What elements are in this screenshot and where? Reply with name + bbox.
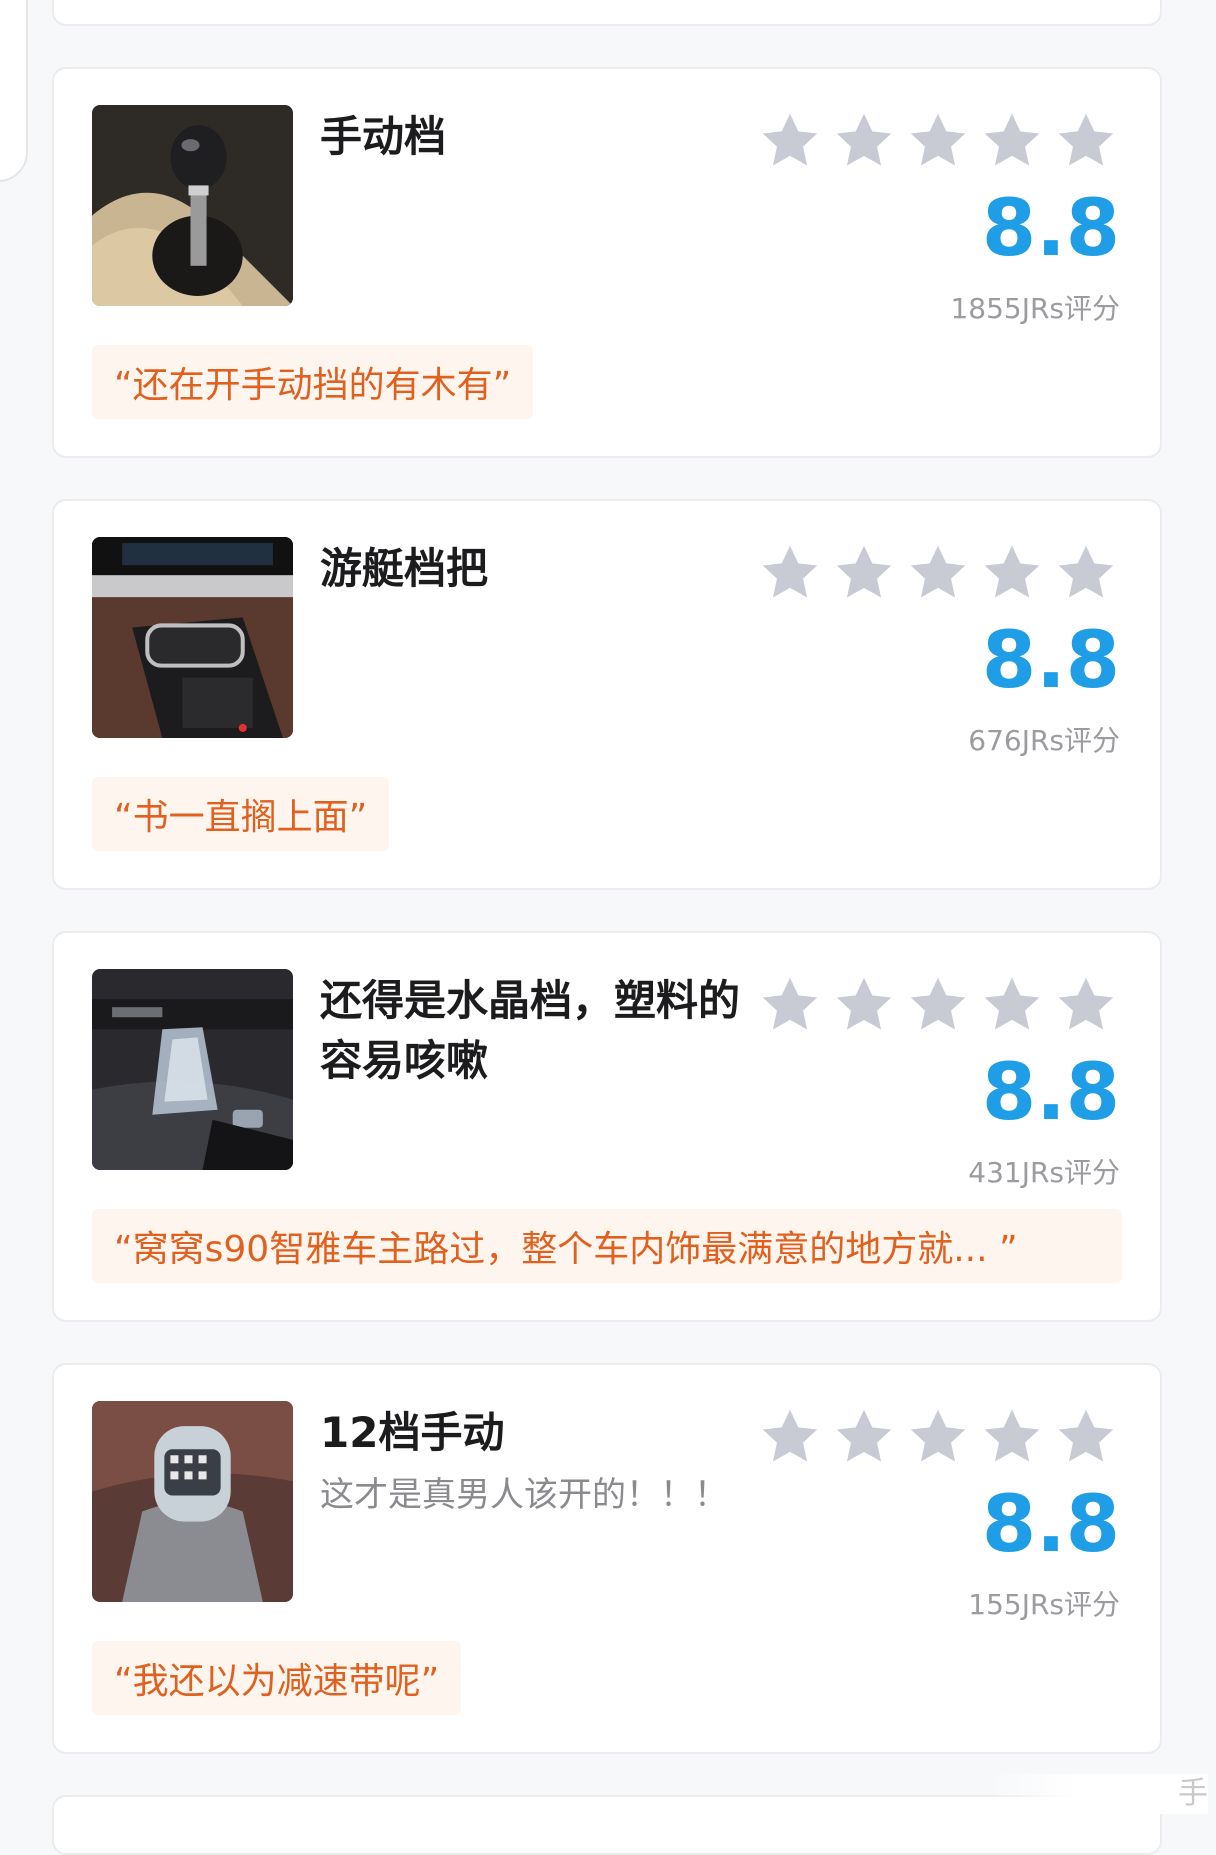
star-icon[interactable] [832, 973, 896, 1037]
star-icon[interactable] [758, 541, 822, 605]
star-rating[interactable] [758, 973, 1118, 1037]
star-icon[interactable] [906, 109, 970, 173]
star-icon[interactable] [1054, 1405, 1118, 1469]
top-comment-quote[interactable]: “书一直搁上面” [92, 777, 390, 851]
rating-card[interactable]: 还得是水晶档，塑料的容易咳嗽 8.8 431JRs评分 “窝窝s90智雅车主路过… [52, 931, 1162, 1322]
top-comment-quote[interactable]: “还在开手动挡的有木有” [92, 345, 534, 419]
score-value: 8.8 [981, 1048, 1120, 1138]
corner-hint[interactable]: 手 [988, 1774, 1208, 1814]
rating-count: 431JRs评分 [968, 1156, 1120, 1189]
star-icon[interactable] [980, 973, 1044, 1037]
top-comment-quote[interactable]: “窝窝s90智雅车主路过，整个车内饰最满意的地方就... ” [92, 1209, 1122, 1283]
star-icon[interactable] [1054, 541, 1118, 605]
card-partial-top [52, 0, 1162, 26]
rating-count: 155JRs评分 [968, 1588, 1120, 1621]
score-value: 8.8 [981, 184, 1120, 274]
star-icon[interactable] [906, 1405, 970, 1469]
score-value: 8.8 [981, 616, 1120, 706]
star-rating[interactable] [758, 541, 1118, 605]
card-subtitle: 这才是真男人该开的！！！ [320, 1475, 728, 1515]
star-icon[interactable] [906, 541, 970, 605]
card-title: 还得是水晶档，塑料的容易咳嗽 [320, 976, 741, 1085]
card-title: 手动档 [320, 112, 447, 161]
rating-count: 1855JRs评分 [950, 292, 1120, 325]
rating-card[interactable]: 游艇档把 8.8 676JRs评分 “书一直搁上面” [52, 499, 1162, 890]
star-icon[interactable] [758, 109, 822, 173]
star-rating[interactable] [758, 109, 1118, 173]
star-icon[interactable] [980, 109, 1044, 173]
rating-card[interactable]: 手动档 8.8 1855JRs评分 “还在开手动挡的有木有” [52, 67, 1162, 458]
card-title: 12档手动 [320, 1408, 505, 1457]
rating-count: 676JRs评分 [968, 724, 1120, 757]
rating-card[interactable]: 12档手动 这才是真男人该开的！！！ 8.8 155JRs评分 “我还以为减速带… [52, 1363, 1162, 1754]
star-icon[interactable] [980, 541, 1044, 605]
thumbnail-crystal-shifter[interactable] [92, 969, 293, 1170]
top-comment-quote[interactable]: “我还以为减速带呢” [92, 1641, 462, 1715]
star-icon[interactable] [1054, 109, 1118, 173]
star-icon[interactable] [832, 109, 896, 173]
star-icon[interactable] [980, 1405, 1044, 1469]
star-icon[interactable] [758, 1405, 822, 1469]
star-icon[interactable] [906, 973, 970, 1037]
star-icon[interactable] [1054, 973, 1118, 1037]
star-icon[interactable] [832, 541, 896, 605]
star-icon[interactable] [832, 1405, 896, 1469]
side-panel-edge [0, 0, 28, 182]
star-rating[interactable] [758, 1405, 1118, 1469]
card-title: 游艇档把 [320, 544, 489, 593]
thumbnail-manual-shifter[interactable] [92, 105, 293, 306]
thumbnail-yacht-shifter[interactable] [92, 537, 293, 738]
score-value: 8.8 [981, 1480, 1120, 1570]
thumbnail-twelve-speed-shifter[interactable] [92, 1401, 293, 1602]
star-icon[interactable] [758, 973, 822, 1037]
